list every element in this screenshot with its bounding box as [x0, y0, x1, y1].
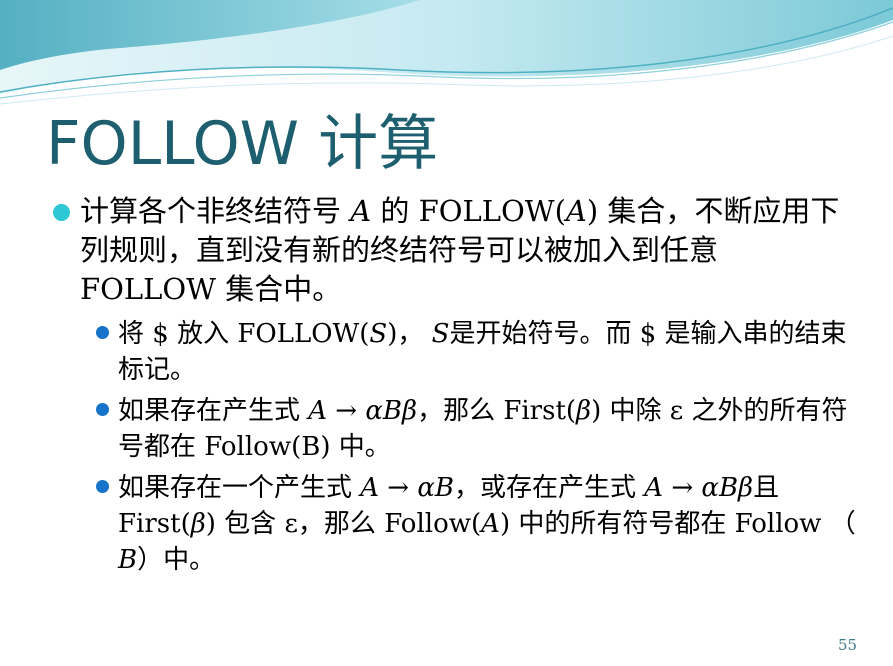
bullet-dot-icon: [53, 204, 70, 221]
slide-title: FOLLOW 计算: [46, 109, 439, 179]
bullet-follow-computation: 计算各个非终结符号 A 的 FOLLOW(A) 集合，不断应用下列规则，直到没有…: [53, 192, 860, 309]
page-number: 55: [838, 636, 858, 654]
rule-first-beta: 如果存在产生式 A → αBβ，那么 First(β) 中除 ε 之外的所有符号…: [96, 393, 858, 465]
sub-bullet-dot-icon: [96, 480, 109, 493]
sub-bullet-dot-icon: [96, 403, 109, 416]
rule-start-symbol: 将 $ 放入 FOLLOW(S)， S是开始符号。而 $ 是输入串的结束标记。: [96, 316, 858, 388]
rule-follow-inheritance: 如果存在一个产生式 A → αB，或存在产生式 A → αBβ且 First(β…: [96, 470, 858, 578]
header-wave-decoration: [0, 0, 893, 105]
slide: FOLLOW 计算 计算各个非终结符号 A 的 FOLLOW(A) 集合，不断应…: [0, 0, 893, 666]
sub-bullet-dot-icon: [96, 326, 109, 339]
